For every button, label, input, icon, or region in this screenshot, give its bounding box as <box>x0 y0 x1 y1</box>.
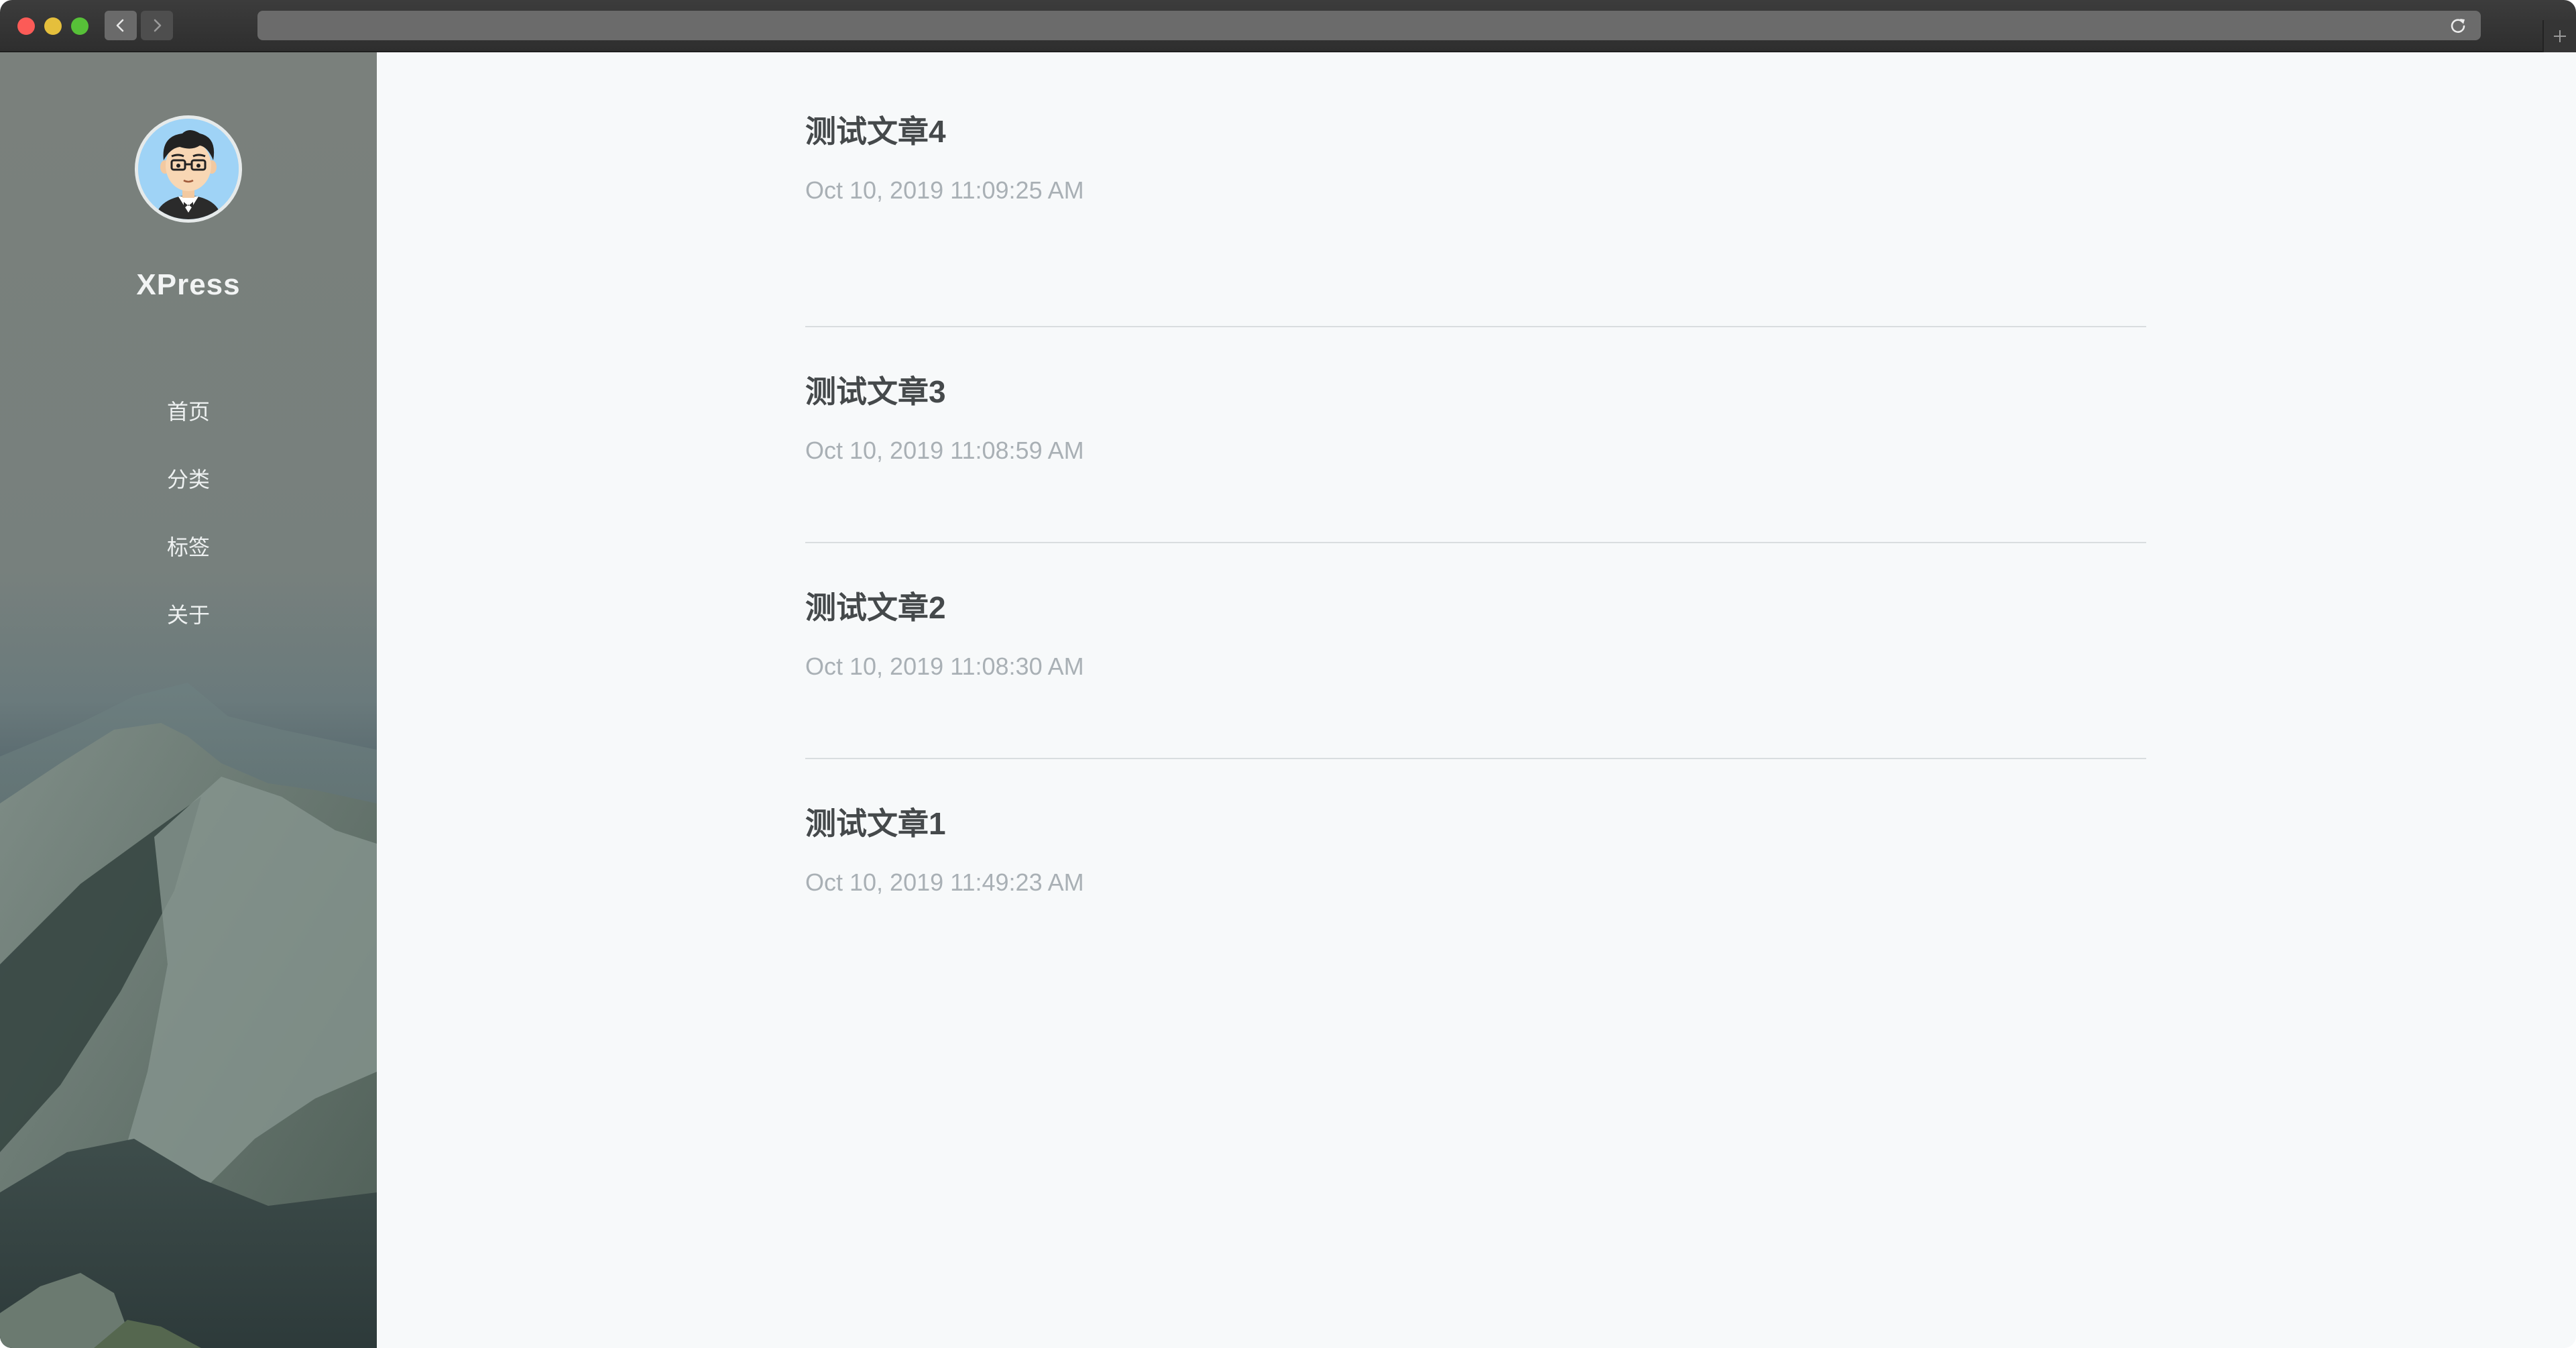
post-item: 测试文章3 Oct 10, 2019 11:08:59 AM <box>805 327 2146 543</box>
sidebar-item-about[interactable]: 关于 <box>0 581 377 649</box>
chevron-right-icon <box>154 19 162 32</box>
post-list: 测试文章4 Oct 10, 2019 11:09:25 AM 测试文章3 Oct… <box>805 111 2146 975</box>
minimize-window-button[interactable] <box>44 17 62 35</box>
site-title[interactable]: XPress <box>0 268 377 302</box>
post-item: 测试文章1 Oct 10, 2019 11:49:23 AM <box>805 759 2146 975</box>
browser-toolbar <box>0 0 2576 52</box>
post-item: 测试文章2 Oct 10, 2019 11:08:30 AM <box>805 543 2146 759</box>
close-window-button[interactable] <box>17 17 35 35</box>
reload-icon[interactable] <box>2449 16 2467 35</box>
sidebar-item-categories[interactable]: 分类 <box>0 446 377 514</box>
maximize-window-button[interactable] <box>71 17 89 35</box>
avatar[interactable] <box>135 115 242 223</box>
sidebar-item-home[interactable]: 首页 <box>0 378 377 446</box>
post-date: Oct 10, 2019 11:09:25 AM <box>805 176 1084 204</box>
avatar-image <box>138 119 239 219</box>
post-date: Oct 10, 2019 11:49:23 AM <box>805 868 1084 896</box>
address-bar[interactable] <box>257 11 2481 40</box>
post-date: Oct 10, 2019 11:08:59 AM <box>805 437 1084 464</box>
post-title-link[interactable]: 测试文章3 <box>805 372 946 412</box>
back-button[interactable] <box>105 11 137 40</box>
main-content: 测试文章4 Oct 10, 2019 11:09:25 AM 测试文章3 Oct… <box>377 52 2576 1348</box>
sidebar: XPress 首页 分类 标签 关于 <box>0 52 377 1348</box>
post-title-link[interactable]: 测试文章4 <box>805 111 946 152</box>
mountain-background-image <box>0 683 377 1348</box>
post-item: 测试文章4 Oct 10, 2019 11:09:25 AM <box>805 111 2146 327</box>
new-tab-button[interactable] <box>2542 20 2576 52</box>
browser-window: XPress 首页 分类 标签 关于 测试文章4 Oct 10, 2019 11… <box>0 0 2576 1348</box>
post-title-link[interactable]: 测试文章1 <box>805 803 946 844</box>
sidebar-menu: 首页 分类 标签 关于 <box>0 378 377 649</box>
post-date: Oct 10, 2019 11:08:30 AM <box>805 653 1084 680</box>
post-title-link[interactable]: 测试文章2 <box>805 587 946 628</box>
plus-icon <box>2554 30 2566 42</box>
sidebar-item-tags[interactable]: 标签 <box>0 514 377 581</box>
chevron-left-icon <box>116 19 124 32</box>
forward-button[interactable] <box>141 11 173 40</box>
